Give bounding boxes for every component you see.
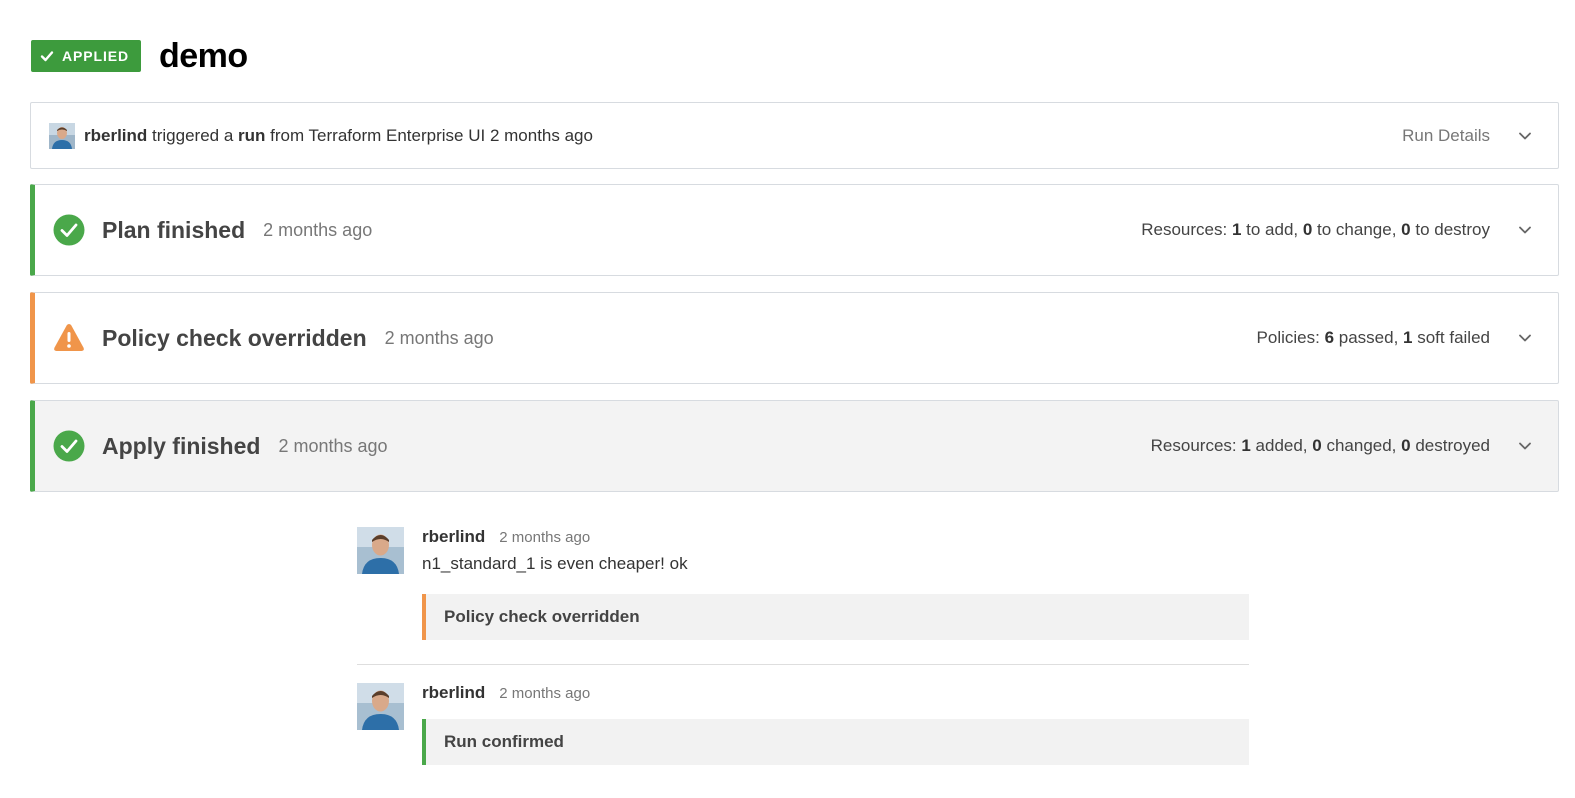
to-destroy-count: 0 [1401,220,1411,239]
policy-step-card[interactable]: Policy check overridden 2 months ago Pol… [30,292,1559,384]
to-add-count: 1 [1231,220,1242,239]
comment-body: rberlind 2 months ago n1_standard_1 is e… [422,527,1249,640]
trigger-text-part: triggered a [147,125,239,145]
run-trigger-card: rberlind triggered a run from Terraform … [30,102,1559,169]
comment-body: rberlind 2 months ago Run confirmed [422,683,1249,765]
summary-prefix: Resources: [1141,220,1232,239]
comment-author[interactable]: rberlind [422,683,485,703]
policy-step-time: 2 months ago [384,327,494,348]
to-add-label: to add, [1241,220,1303,239]
user-avatar [357,527,404,574]
comment-list-item: rberlind 2 months ago Run confirmed [357,683,1249,765]
chevron-down-icon[interactable] [1517,330,1533,346]
run-header: APPLIED demo [31,34,248,78]
plan-step-card[interactable]: Plan finished 2 months ago Resources: 1 … [30,184,1559,276]
policy-summary-area: Policies: 6 passed, 1 soft failed [1257,328,1558,348]
run-details-toggle[interactable]: Run Details [1402,126,1558,146]
apply-step-card[interactable]: Apply finished 2 months ago Resources: 1… [30,400,1559,492]
trigger-source-text: from Terraform Enterprise UI 2 months ag… [265,125,593,145]
comment-list-item: rberlind 2 months ago n1_standard_1 is e… [357,527,1249,640]
chevron-down-icon[interactable] [1517,438,1533,454]
comment-time: 2 months ago [499,529,591,546]
destroyed-label: destroyed [1410,436,1490,455]
plan-step-title: Plan finished [102,216,246,243]
comment-time: 2 months ago [499,685,591,702]
apply-summary-area: Resources: 1 added, 0 changed, 0 destroy… [1151,436,1558,456]
comment: rberlind 2 months ago n1_standard_1 is e… [357,527,1249,640]
policy-override-event: Policy check overridden [422,594,1249,640]
user-avatar [357,683,404,730]
plan-summary-area: Resources: 1 to add, 0 to change, 0 to d… [1141,220,1558,240]
passed-label: passed, [1334,328,1404,347]
to-destroy-label: to destroy [1410,220,1490,239]
comment-author[interactable]: rberlind [422,527,485,547]
chevron-down-icon[interactable] [1517,222,1533,238]
user-avatar [49,122,75,149]
policy-summary: Policies: 6 passed, 1 soft failed [1257,328,1490,348]
soft-failed-label: soft failed [1412,328,1490,347]
apply-resources-summary: Resources: 1 added, 0 changed, 0 destroy… [1151,436,1490,456]
plan-resources-summary: Resources: 1 to add, 0 to change, 0 to d… [1141,220,1490,240]
passed-count: 6 [1324,328,1335,347]
comment-header: rberlind 2 months ago [422,683,1249,709]
apply-step-time: 2 months ago [278,435,388,456]
added-count: 1 [1241,436,1251,455]
applied-status-badge: APPLIED [31,40,141,72]
to-change-label: to change, [1312,220,1402,239]
summary-prefix: Resources: [1150,436,1242,455]
changed-count: 0 [1312,436,1322,455]
run-confirmed-event: Run confirmed [422,719,1249,765]
plan-step-time: 2 months ago [263,219,373,240]
run-details-label[interactable]: Run Details [1402,126,1490,146]
check-icon [40,51,54,62]
warning-icon [54,324,84,351]
check-circle-icon [53,214,85,246]
changed-label: changed, [1321,436,1402,455]
comment-text: n1_standard_1 is even cheaper! ok [422,554,688,573]
comment-divider [357,664,1249,665]
comment-header: rberlind 2 months ago [422,527,1249,553]
trigger-user[interactable]: rberlind [84,126,147,145]
trigger-run-word: run [238,125,266,145]
added-label: added, [1250,436,1313,455]
badge-label: APPLIED [62,48,129,64]
soft-failed-count: 1 [1403,328,1413,347]
run-trigger-text: rberlind triggered a run from Terraform … [84,126,593,146]
destroyed-count: 0 [1401,436,1411,455]
comment: rberlind 2 months ago Run confirmed [357,683,1249,765]
apply-step-title: Apply finished [102,432,261,459]
policy-step-title: Policy check overridden [102,324,367,351]
workspace-title: demo [158,36,248,75]
check-circle-icon [53,430,85,462]
to-change-count: 0 [1302,220,1313,239]
summary-prefix: Policies: [1256,328,1325,347]
chevron-down-icon[interactable] [1517,128,1533,144]
